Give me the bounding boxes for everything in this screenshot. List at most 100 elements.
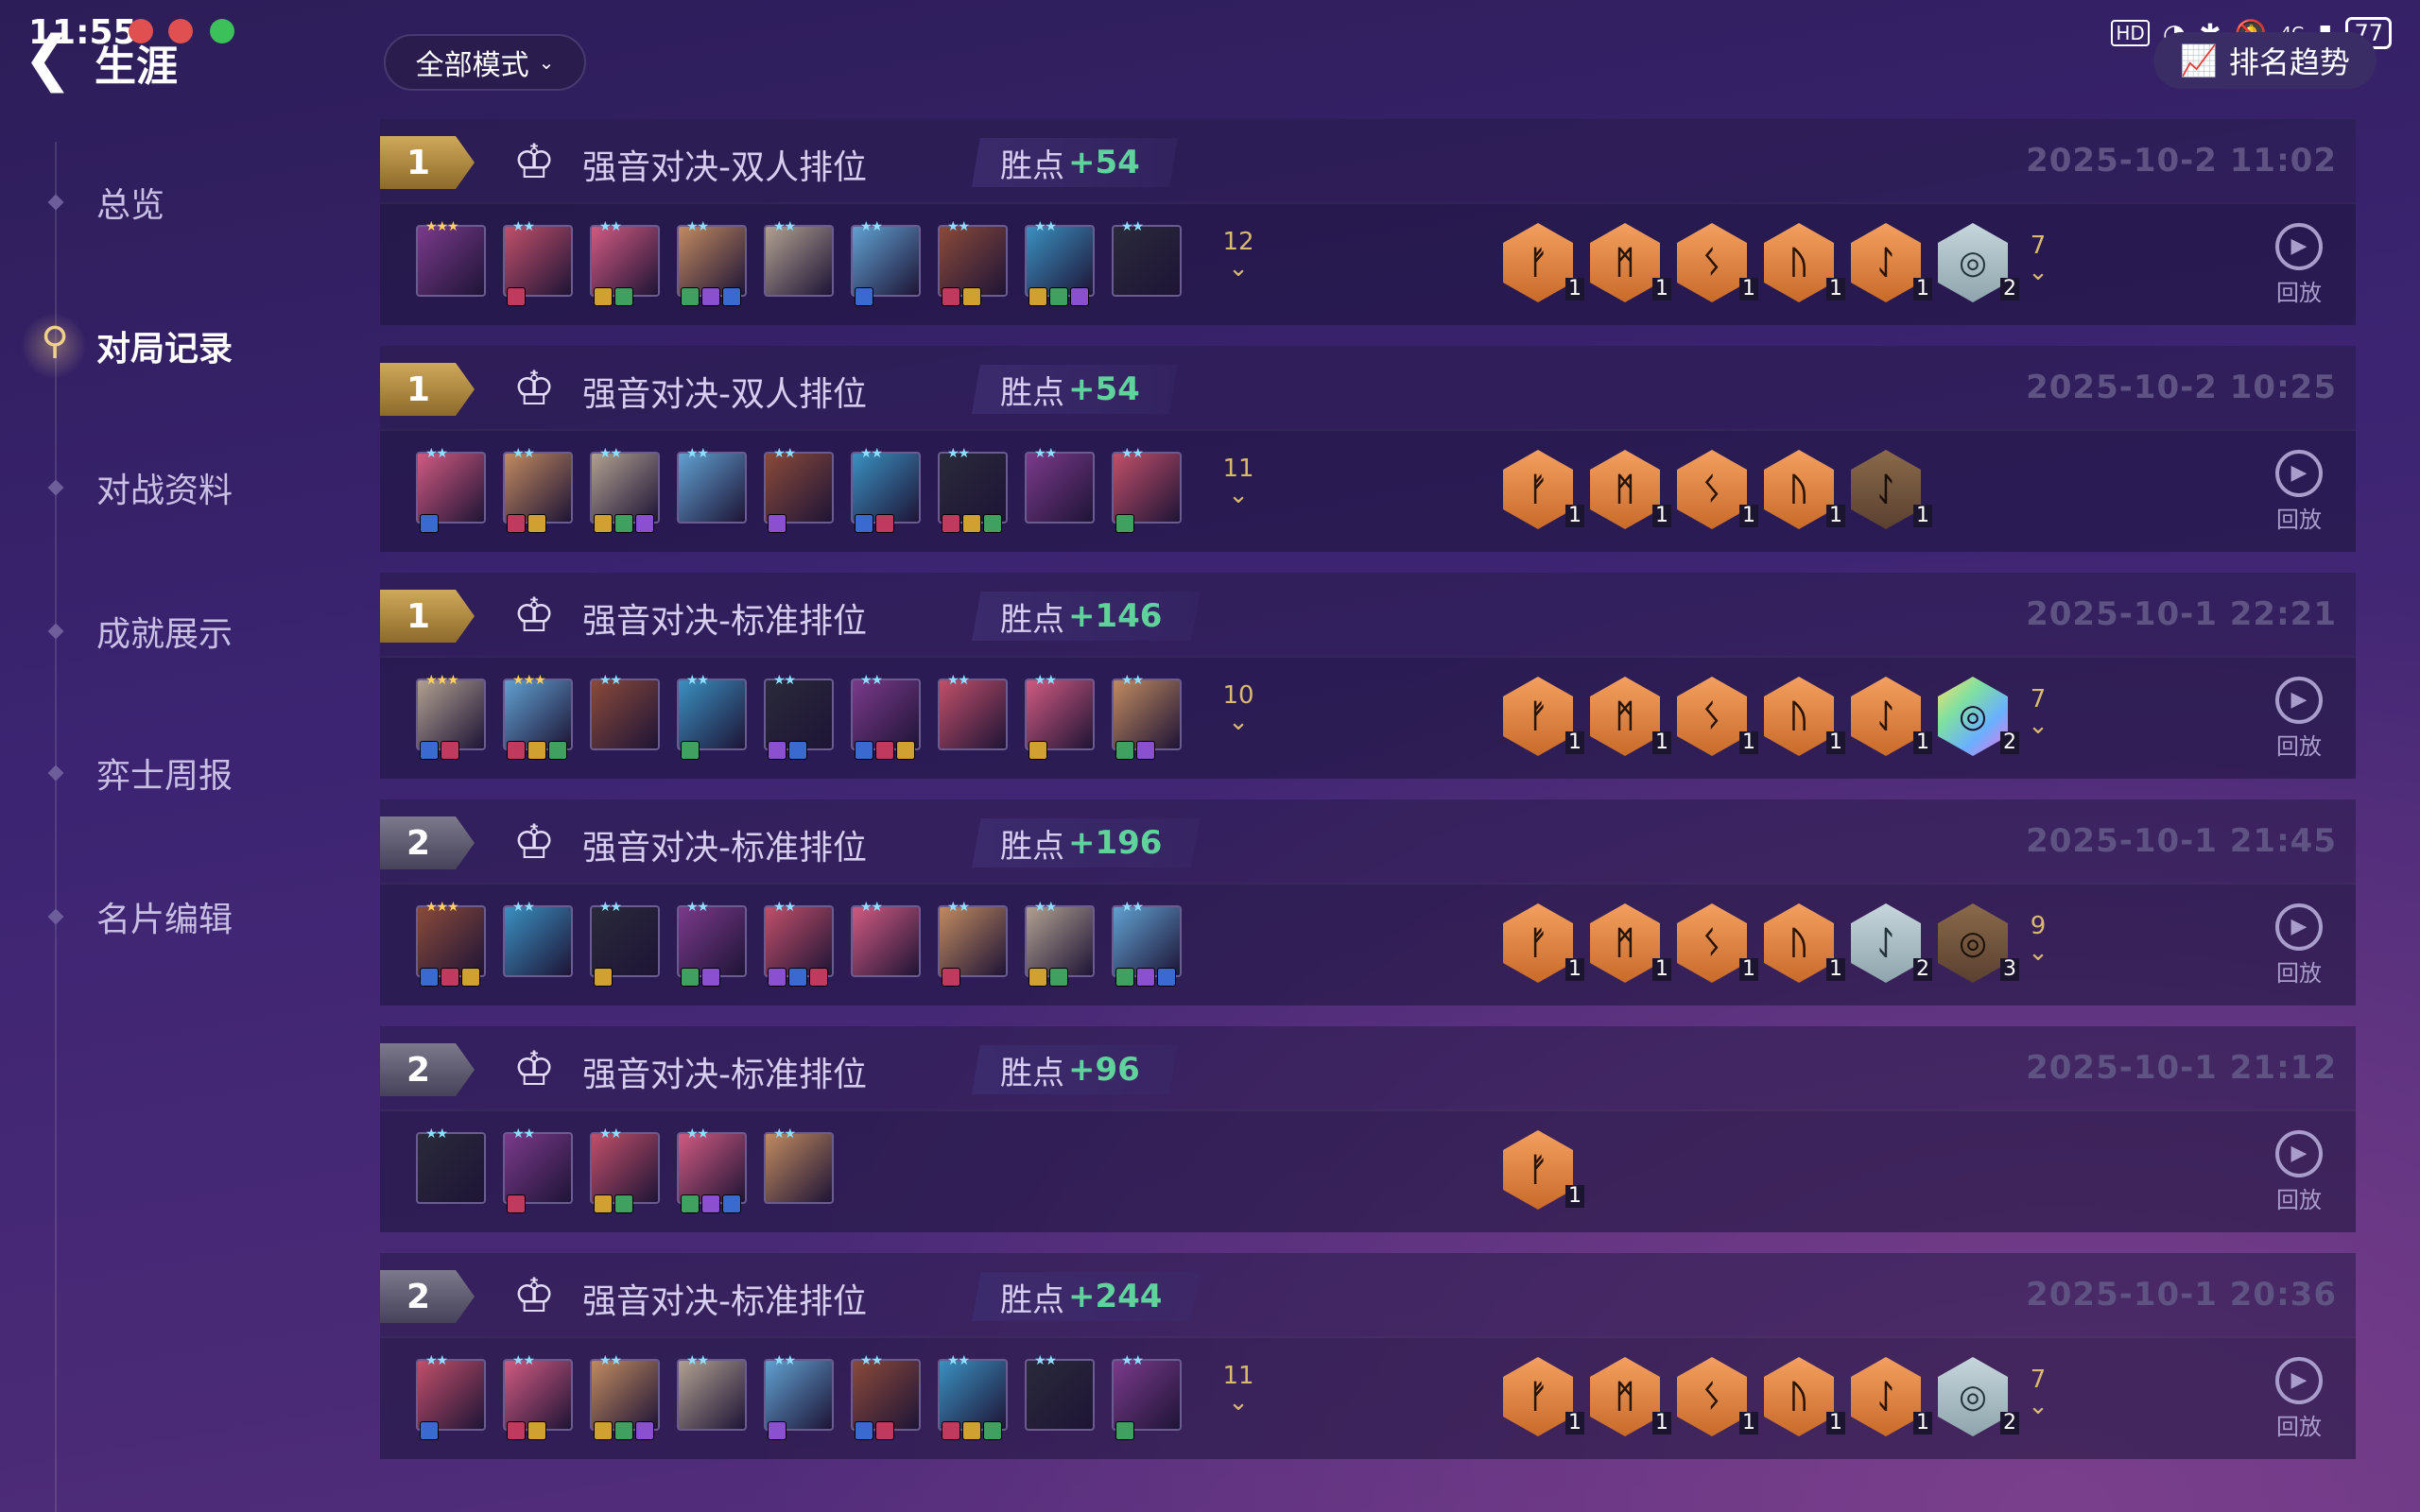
- champion-portrait[interactable]: ★★: [416, 1126, 486, 1204]
- trait-badge[interactable]: ᚠ 1: [1503, 1357, 1584, 1436]
- champion-portrait[interactable]: ★★: [503, 900, 573, 977]
- champion-portrait[interactable]: ★★: [416, 1353, 486, 1440]
- champion-portrait[interactable]: ★★: [1025, 1353, 1095, 1431]
- champion-portrait[interactable]: ★★: [590, 1353, 660, 1440]
- replay-button[interactable]: ▶ 回放: [2261, 223, 2337, 307]
- replay-button[interactable]: ▶ 回放: [2261, 1130, 2337, 1214]
- champion-portrait[interactable]: ★★: [764, 446, 834, 533]
- champion-portrait[interactable]: ★★: [503, 1353, 573, 1440]
- champion-portrait[interactable]: ★★: [590, 446, 660, 533]
- expand-traits-button[interactable]: 7 ⌄: [2019, 232, 2057, 285]
- trait-badge[interactable]: ◎ 3: [1938, 903, 2019, 983]
- trait-badge[interactable]: ᛇ 1: [1851, 1357, 1932, 1436]
- match-row[interactable]: 2 ♔ 强音对决-标准排位 胜点 +96 2025-10-1 21:12 ★★ …: [380, 1026, 2356, 1253]
- champion-portrait[interactable]: ★★: [764, 1126, 834, 1204]
- champion-portrait[interactable]: ★★: [590, 1126, 660, 1213]
- replay-button[interactable]: ▶ 回放: [2261, 1357, 2337, 1441]
- champion-portrait[interactable]: ★★: [677, 446, 747, 524]
- sidebar-item-card-edit[interactable]: 名片编辑: [0, 879, 340, 954]
- champion-portrait[interactable]: ★★: [764, 219, 834, 297]
- champion-portrait[interactable]: ★★: [590, 219, 660, 306]
- trait-badge[interactable]: ᛇ 1: [1851, 450, 1932, 529]
- match-row[interactable]: 1 ♔ 强音对决-双人排位 胜点 +54 2025-10-2 10:25 ★★ …: [380, 346, 2356, 573]
- champion-portrait[interactable]: ★★: [1025, 900, 1095, 987]
- champion-portrait[interactable]: ★★: [677, 219, 747, 306]
- trait-badge[interactable]: ᛗ 1: [1590, 677, 1671, 756]
- trait-badge[interactable]: ᛗ 1: [1590, 223, 1671, 302]
- expand-traits-button[interactable]: 7 ⌄: [2019, 686, 2057, 739]
- champion-portrait[interactable]: ★★: [938, 673, 1008, 750]
- trait-badge[interactable]: ᚠ 1: [1503, 223, 1584, 302]
- trait-badge[interactable]: ᚠ 1: [1503, 450, 1584, 529]
- expand-champions-button[interactable]: 10 ⌄: [1219, 682, 1257, 735]
- match-row[interactable]: 1 ♔ 强音对决-双人排位 胜点 +54 2025-10-2 11:02 ★★★…: [380, 119, 2356, 346]
- trait-badge[interactable]: ᛊ 1: [1677, 677, 1758, 756]
- trait-badge[interactable]: ᚢ 1: [1764, 677, 1845, 756]
- champion-portrait[interactable]: ★★: [1112, 446, 1182, 533]
- trait-badge[interactable]: ᛗ 1: [1590, 903, 1671, 983]
- sidebar-item-overview[interactable]: 总览: [0, 164, 340, 240]
- champion-portrait[interactable]: ★★: [764, 900, 834, 987]
- trait-badge[interactable]: ◎ 2: [1938, 677, 2019, 756]
- match-row[interactable]: 1 ♔ 强音对决-标准排位 胜点 +146 2025-10-1 22:21 ★★…: [380, 573, 2356, 799]
- trait-badge[interactable]: ᛊ 1: [1677, 450, 1758, 529]
- champion-portrait[interactable]: ★★: [851, 900, 921, 977]
- champion-portrait[interactable]: ★★: [503, 1126, 573, 1213]
- champion-portrait[interactable]: ★★: [677, 1126, 747, 1213]
- champion-portrait[interactable]: ★★: [1112, 900, 1182, 987]
- champion-portrait[interactable]: ★★: [1025, 446, 1095, 524]
- champion-portrait[interactable]: ★★: [590, 900, 660, 987]
- champion-portrait[interactable]: ★★★: [416, 219, 486, 297]
- champion-portrait[interactable]: ★★: [503, 446, 573, 533]
- champion-portrait[interactable]: ★★: [1025, 673, 1095, 760]
- champion-portrait[interactable]: ★★: [938, 446, 1008, 533]
- trait-badge[interactable]: ᚠ 1: [1503, 1130, 1584, 1210]
- champion-portrait[interactable]: ★★: [851, 219, 921, 306]
- trait-badge[interactable]: ᚠ 1: [1503, 677, 1584, 756]
- trait-badge[interactable]: ᛊ 1: [1677, 1357, 1758, 1436]
- champion-portrait[interactable]: ★★: [677, 673, 747, 760]
- champion-portrait[interactable]: ★★: [851, 673, 921, 760]
- trait-badge[interactable]: ᚠ 1: [1503, 903, 1584, 983]
- champion-portrait[interactable]: ★★: [416, 446, 486, 533]
- match-row[interactable]: 2 ♔ 强音对决-标准排位 胜点 +196 2025-10-1 21:45 ★★…: [380, 799, 2356, 1026]
- expand-champions-button[interactable]: 11 ⌄: [1219, 455, 1257, 508]
- trait-badge[interactable]: ᚢ 1: [1764, 1357, 1845, 1436]
- expand-champions-button[interactable]: 11 ⌄: [1219, 1363, 1257, 1416]
- trait-badge[interactable]: ᛗ 1: [1590, 1357, 1671, 1436]
- trait-badge[interactable]: ◎ 2: [1938, 1357, 2019, 1436]
- sidebar-item-weekly-report[interactable]: 弈士周报: [0, 735, 340, 811]
- trait-badge[interactable]: ᛊ 1: [1677, 903, 1758, 983]
- trait-badge[interactable]: ᚢ 1: [1764, 223, 1845, 302]
- trait-badge[interactable]: ᛇ 2: [1851, 903, 1932, 983]
- champion-portrait[interactable]: ★★: [677, 1353, 747, 1431]
- champion-portrait[interactable]: ★★: [590, 673, 660, 750]
- replay-button[interactable]: ▶ 回放: [2261, 903, 2337, 988]
- champion-portrait[interactable]: ★★: [503, 219, 573, 306]
- replay-button[interactable]: ▶ 回放: [2261, 677, 2337, 761]
- match-list[interactable]: 1 ♔ 强音对决-双人排位 胜点 +54 2025-10-2 11:02 ★★★…: [380, 119, 2356, 1512]
- champion-portrait[interactable]: ★★★: [416, 900, 486, 987]
- champion-portrait[interactable]: ★★: [1112, 673, 1182, 760]
- trait-badge[interactable]: ᚢ 1: [1764, 903, 1845, 983]
- champion-portrait[interactable]: ★★: [851, 446, 921, 533]
- trait-badge[interactable]: ᛇ 1: [1851, 223, 1932, 302]
- sidebar-item-achievements[interactable]: 成就展示: [0, 593, 340, 669]
- match-row[interactable]: 2 ♔ 强音对决-标准排位 胜点 +244 2025-10-1 20:36 ★★…: [380, 1253, 2356, 1480]
- rank-trend-button[interactable]: 📈 排名趋势: [2153, 32, 2377, 89]
- back-arrow-icon[interactable]: ❮: [23, 28, 74, 89]
- trait-badge[interactable]: ᛗ 1: [1590, 450, 1671, 529]
- mode-select[interactable]: 全部模式 ⌄: [384, 34, 586, 91]
- sidebar-item-battle-data[interactable]: 对战资料: [0, 450, 340, 525]
- champion-portrait[interactable]: ★★: [1112, 219, 1182, 297]
- champion-portrait[interactable]: ★★★: [503, 673, 573, 760]
- expand-traits-button[interactable]: 7 ⌄: [2019, 1366, 2057, 1419]
- trait-badge[interactable]: ᛊ 1: [1677, 223, 1758, 302]
- champion-portrait[interactable]: ★★: [1112, 1353, 1182, 1440]
- champion-portrait[interactable]: ★★: [764, 1353, 834, 1440]
- champion-portrait[interactable]: ★★: [938, 1353, 1008, 1440]
- champion-portrait[interactable]: ★★: [938, 219, 1008, 306]
- expand-champions-button[interactable]: 12 ⌄: [1219, 229, 1257, 282]
- champion-portrait[interactable]: ★★: [851, 1353, 921, 1440]
- champion-portrait[interactable]: ★★★: [416, 673, 486, 760]
